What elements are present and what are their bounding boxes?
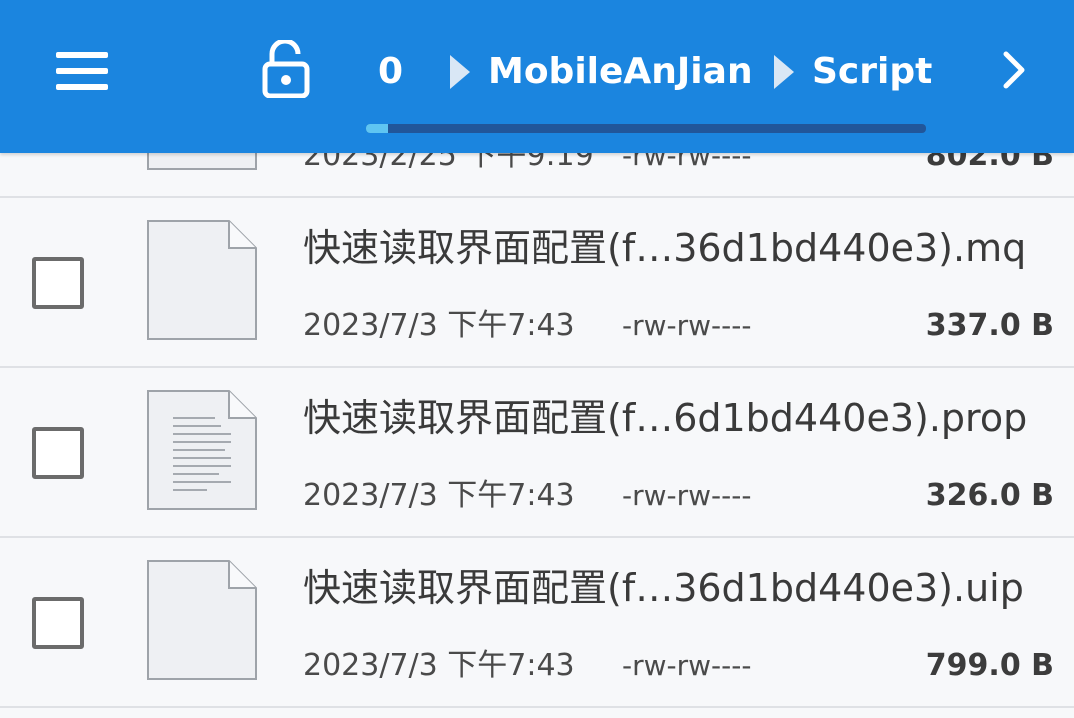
file-size: 337.0 B <box>925 308 1054 343</box>
breadcrumb-root[interactable]: 0 <box>378 46 403 98</box>
breadcrumb-separator-icon <box>450 55 470 89</box>
text-file-icon <box>147 390 257 510</box>
file-name: 快速读取界面配置(f…36d1bd440e3).mq <box>303 226 1027 270</box>
select-checkbox[interactable] <box>32 427 84 479</box>
file-size: 326.0 B <box>925 478 1054 513</box>
breadcrumb-mobileanjian[interactable]: MobileAnJian <box>488 46 753 98</box>
breadcrumb-script[interactable]: Script <box>812 46 932 98</box>
app-bar: 0 MobileAnJian Script <box>0 0 1074 153</box>
loading-progress-fill <box>366 124 389 133</box>
loading-progress-bar <box>366 124 926 133</box>
file-row[interactable]: 快速读取界面配置(f…36d1bd440e3).uip 2023/7/3 下午7… <box>0 538 1074 708</box>
file-size: 799.0 B <box>925 648 1054 683</box>
file-icon <box>147 220 257 340</box>
breadcrumb-separator-icon <box>774 55 794 89</box>
file-name: 快速读取界面配置(f…6d1bd440e3).prop <box>303 396 1028 440</box>
select-checkbox[interactable] <box>32 257 84 309</box>
chevron-right-icon[interactable] <box>998 50 1030 90</box>
file-date: 2023/7/3 下午7:43 <box>303 478 575 513</box>
file-row[interactable]: 快速读取界面配置(f…6d1bd440e3).prop 2023/7/3 下午7… <box>0 368 1074 538</box>
menu-icon[interactable] <box>56 52 108 90</box>
file-date: 2023/7/3 下午7:43 <box>303 308 575 343</box>
file-icon <box>147 560 257 680</box>
file-date: 2023/7/3 下午7:43 <box>303 648 575 683</box>
lock-open-icon[interactable] <box>262 40 310 98</box>
file-row[interactable]: 快速读取界面配置(f…36d1bd440e3).mq 2023/7/3 下午7:… <box>0 198 1074 368</box>
file-permissions: -rw-rw---- <box>622 649 752 682</box>
file-name: 快速读取界面配置(f…36d1bd440e3).uip <box>303 566 1024 610</box>
file-permissions: -rw-rw---- <box>622 479 752 512</box>
select-checkbox[interactable] <box>32 597 84 649</box>
file-permissions: -rw-rw---- <box>622 309 752 342</box>
